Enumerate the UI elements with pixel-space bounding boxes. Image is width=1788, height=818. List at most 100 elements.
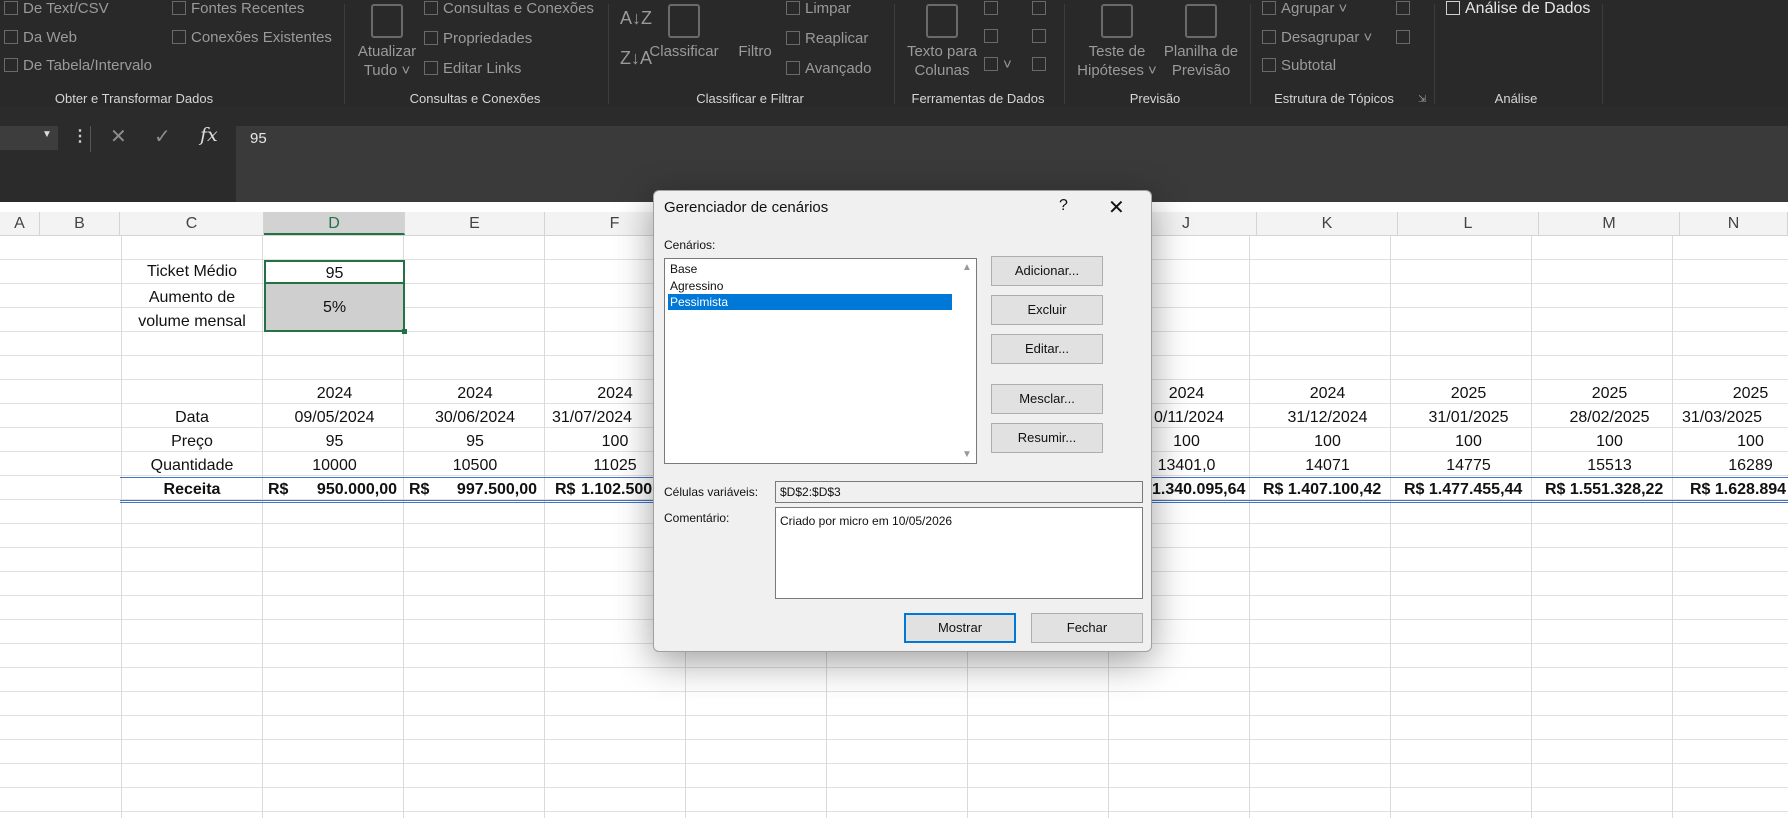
revenue-cell[interactable]: R$ 1.407.100,42 xyxy=(1263,481,1398,499)
hide-detail-button[interactable] xyxy=(1396,29,1415,46)
relationships-button[interactable] xyxy=(1032,28,1051,45)
row-label-data[interactable]: Data xyxy=(122,409,262,427)
price-cell[interactable]: 100 xyxy=(1539,433,1680,451)
quantity-cell[interactable]: 14775 xyxy=(1398,457,1539,475)
clear-filter-button[interactable]: Limpar xyxy=(786,0,851,17)
price-cell[interactable]: 95 xyxy=(264,433,405,451)
year-cell[interactable]: 2024 xyxy=(1257,385,1398,403)
row-label-quantidade[interactable]: Quantidade xyxy=(122,457,262,475)
ticket-label-cell[interactable]: Ticket Médio xyxy=(122,263,262,281)
revenue-cell[interactable]: 950.000,00 xyxy=(290,481,397,499)
column-header-c[interactable]: C xyxy=(120,212,264,235)
volume-label-cell[interactable]: Aumento de volume mensal xyxy=(122,286,262,334)
dialog-launcher-icon[interactable]: ⇲ xyxy=(1418,94,1426,105)
column-header-d[interactable]: D xyxy=(264,212,405,235)
show-button[interactable]: Mostrar xyxy=(904,613,1016,643)
date-cell[interactable]: 31/07/2024 xyxy=(552,409,652,427)
ungroup-button[interactable]: Desagrupar ˅ xyxy=(1262,29,1372,46)
what-if-analysis-button[interactable]: Teste de Hipóteses ˅ xyxy=(1072,4,1162,80)
existing-connections-button[interactable]: Conexões Existentes xyxy=(172,29,332,46)
properties-button[interactable]: Propriedades xyxy=(424,30,532,47)
revenue-cell[interactable]: R$ 1.628.894 xyxy=(1690,481,1786,499)
date-cell[interactable]: 0/11/2024 xyxy=(1154,409,1257,427)
group-button[interactable]: Agrupar ˅ xyxy=(1262,0,1347,17)
year-cell[interactable]: 2025 xyxy=(1680,385,1788,403)
recent-sources-button[interactable]: Fontes Recentes xyxy=(172,0,304,17)
revenue-cell[interactable]: 1.340.095,64 xyxy=(1152,481,1257,499)
data-analysis-button[interactable]: Análise de Dados xyxy=(1446,0,1590,18)
scroll-down-icon[interactable]: ▼ xyxy=(962,449,972,460)
price-cell[interactable]: 100 xyxy=(1257,433,1398,451)
column-header-l[interactable]: L xyxy=(1398,212,1539,235)
scroll-up-icon[interactable]: ▲ xyxy=(962,262,972,273)
from-text-csv-button[interactable]: De Text/CSV xyxy=(4,0,109,17)
show-detail-button[interactable] xyxy=(1396,0,1415,17)
revenue-cell[interactable]: 997.500,00 xyxy=(430,481,537,499)
year-cell[interactable]: 2025 xyxy=(1539,385,1680,403)
advanced-filter-button[interactable]: Avançado xyxy=(786,60,871,77)
quantity-cell[interactable]: 10500 xyxy=(405,457,545,475)
column-header-b[interactable]: B xyxy=(40,212,120,235)
date-cell[interactable]: 30/06/2024 xyxy=(405,409,545,427)
delete-button[interactable]: Excluir xyxy=(991,295,1103,325)
row-label-receita[interactable]: Receita xyxy=(122,481,262,499)
edit-button[interactable]: Editar... xyxy=(991,334,1103,364)
consolidate-button[interactable] xyxy=(1032,0,1051,17)
help-icon[interactable]: ? xyxy=(1059,197,1068,215)
summary-button[interactable]: Resumir... xyxy=(991,423,1103,453)
scenario-item[interactable]: Base xyxy=(668,261,952,277)
refresh-all-button[interactable]: Atualizar Tudo ˅ xyxy=(352,4,422,80)
price-cell[interactable]: 100 xyxy=(1680,433,1788,451)
more-options-icon[interactable]: ⋮ xyxy=(72,126,88,146)
fill-handle[interactable] xyxy=(402,329,407,334)
quantity-cell[interactable]: 16289 xyxy=(1680,457,1788,475)
date-cell[interactable]: 28/02/2025 xyxy=(1539,409,1680,427)
date-cell[interactable]: 31/12/2024 xyxy=(1257,409,1398,427)
scenarios-listbox[interactable]: Base Agressino Pessimista ▲ ▼ xyxy=(664,258,977,464)
column-header-k[interactable]: K xyxy=(1257,212,1398,235)
column-header-m[interactable]: M xyxy=(1539,212,1680,235)
ticket-value-cell[interactable]: 95 xyxy=(264,260,405,284)
queries-connections-button[interactable]: Consultas e Conexões xyxy=(424,0,594,17)
row-label-preco[interactable]: Preço xyxy=(122,433,262,451)
merge-button[interactable]: Mesclar... xyxy=(991,384,1103,414)
close-button[interactable]: Fechar xyxy=(1031,613,1143,643)
from-web-button[interactable]: Da Web xyxy=(4,29,77,46)
date-cell[interactable]: 31/03/2025 xyxy=(1682,409,1786,427)
filter-button[interactable]: Filtro xyxy=(732,4,778,61)
remove-duplicates-button[interactable] xyxy=(984,28,1003,45)
date-cell[interactable]: 09/05/2024 xyxy=(264,409,405,427)
forecast-sheet-button[interactable]: Planilha de Previsão xyxy=(1160,4,1242,80)
quantity-cell[interactable]: 14071 xyxy=(1257,457,1398,475)
data-validation-button[interactable]: ˅ xyxy=(984,56,1012,73)
price-cell[interactable]: 95 xyxy=(405,433,545,451)
column-header-e[interactable]: E xyxy=(405,212,545,235)
reapply-button[interactable]: Reaplicar xyxy=(786,30,868,47)
edit-links-button[interactable]: Editar Links xyxy=(424,60,521,77)
quantity-cell[interactable]: 15513 xyxy=(1539,457,1680,475)
revenue-cell[interactable]: R$ 1.477.455,44 xyxy=(1404,481,1539,499)
from-table-range-button[interactable]: De Tabela/Intervalo xyxy=(4,57,152,74)
cancel-icon[interactable]: ✕ xyxy=(110,124,127,149)
revenue-cell[interactable]: 1.102.500, xyxy=(581,481,661,499)
add-button[interactable]: Adicionar... xyxy=(991,256,1103,286)
price-cell[interactable]: 100 xyxy=(1398,433,1539,451)
revenue-cell[interactable]: R$ 1.551.328,22 xyxy=(1545,481,1680,499)
flash-fill-button[interactable] xyxy=(984,0,1003,17)
enter-icon[interactable]: ✓ xyxy=(154,124,171,149)
column-header-n[interactable]: N xyxy=(1680,212,1788,235)
close-icon[interactable]: ✕ xyxy=(1108,195,1125,220)
date-cell[interactable]: 31/01/2025 xyxy=(1398,409,1539,427)
year-cell[interactable]: 2025 xyxy=(1398,385,1539,403)
data-model-button[interactable] xyxy=(1032,56,1051,73)
year-cell[interactable]: 2024 xyxy=(264,385,405,403)
quantity-cell[interactable]: 10000 xyxy=(264,457,405,475)
listbox-scrollbar[interactable]: ▲ ▼ xyxy=(959,259,976,463)
name-box[interactable]: ▼ xyxy=(0,126,58,150)
column-header-a[interactable]: A xyxy=(0,212,40,235)
scenario-item-selected[interactable]: Pessimista xyxy=(668,294,952,310)
year-cell[interactable]: 2024 xyxy=(405,385,545,403)
sort-button[interactable]: Classificar xyxy=(646,4,722,61)
scenario-item[interactable]: Agressino xyxy=(668,278,952,294)
subtotal-button[interactable]: Subtotal xyxy=(1262,57,1336,74)
